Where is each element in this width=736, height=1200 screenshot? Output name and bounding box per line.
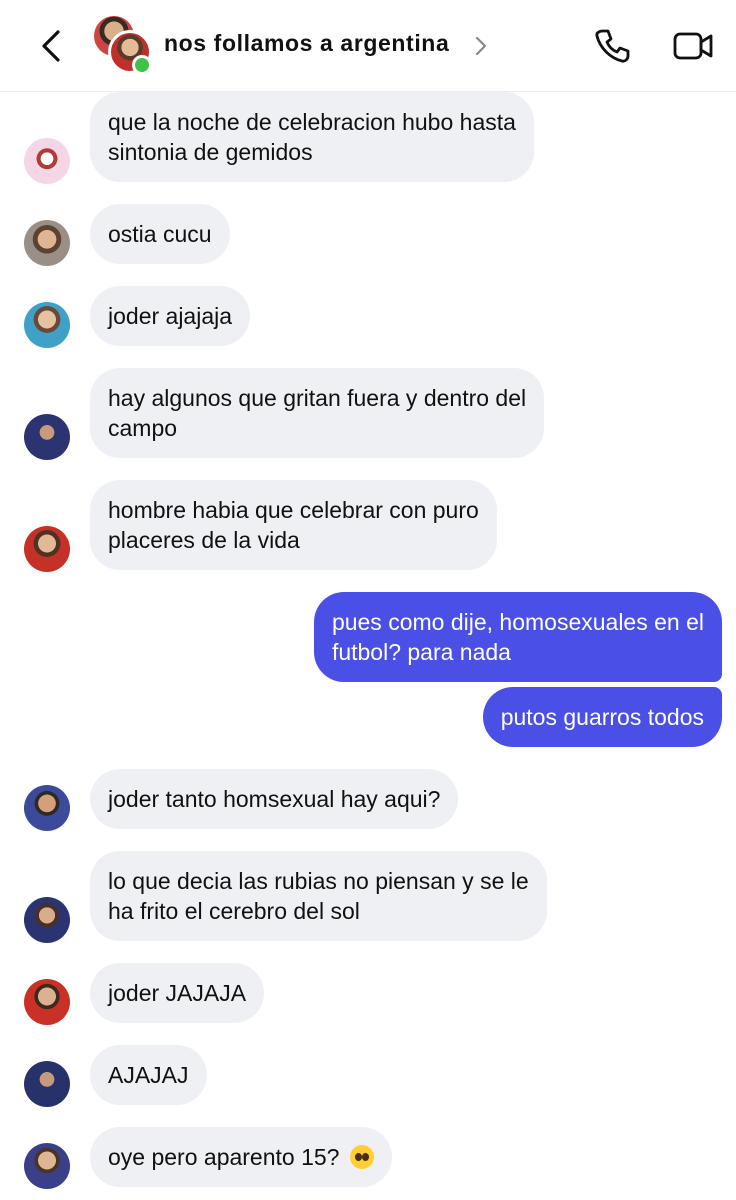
- message-text: sintonia de gemidos: [108, 139, 313, 165]
- message-text: AJAJAJ: [108, 1062, 189, 1088]
- message-text: pues como dije, homosexuales en el: [331, 609, 704, 635]
- sender-avatar[interactable]: [24, 138, 70, 184]
- message-bubble[interactable]: joder ajajaja: [90, 286, 251, 346]
- message-text: lo que decia las rubias no piensan y se …: [108, 868, 529, 894]
- chat-header: nos follamos a argentina: [0, 0, 736, 92]
- message-bubble[interactable]: oye pero aparento 15?: [90, 1127, 392, 1187]
- message-text: hay algunos que gritan fuera y dentro de…: [108, 385, 527, 411]
- chevron-left-icon[interactable]: [34, 26, 68, 66]
- sender-avatar[interactable]: [24, 897, 70, 943]
- sender-avatar[interactable]: [24, 1143, 70, 1189]
- message-text: ha frito el cerebro del sol: [108, 898, 360, 924]
- message-text-content: oye pero aparento 15?: [108, 1144, 340, 1170]
- message-text: joder JAJAJA: [108, 980, 247, 1006]
- online-status-dot: [132, 55, 152, 75]
- message-bubble[interactable]: ostia cucu: [90, 204, 230, 264]
- video-camera-icon[interactable]: [672, 28, 714, 64]
- message-text: que la noche de celebracion hubo hasta: [108, 109, 516, 135]
- message-text: joder tanto homsexual hay aqui?: [108, 786, 441, 812]
- message-bubble[interactable]: joder tanto homsexual hay aqui?: [90, 769, 459, 829]
- message-bubble[interactable]: AJAJAJ: [90, 1045, 207, 1105]
- message-thread[interactable]: que la noche de celebracion hubo hasta s…: [0, 92, 736, 1200]
- outgoing-message-bubble[interactable]: pues como dije, homosexuales en el futbo…: [313, 592, 722, 682]
- sender-avatar[interactable]: [24, 1061, 70, 1107]
- sender-avatar[interactable]: [24, 220, 70, 266]
- message-text: hombre habia que celebrar con puro: [108, 497, 479, 523]
- chat-title[interactable]: nos follamos a argentina: [164, 30, 449, 57]
- phone-icon[interactable]: [592, 26, 632, 66]
- message-bubble[interactable]: joder JAJAJA: [90, 963, 265, 1023]
- group-avatar[interactable]: [94, 16, 154, 76]
- message-text: joder ajajaja: [108, 303, 233, 329]
- sender-avatar[interactable]: [24, 302, 70, 348]
- message-bubble[interactable]: que la noche de celebracion hubo hasta s…: [90, 92, 534, 182]
- pleading-face-emoji: [349, 1145, 374, 1169]
- message-bubble[interactable]: hay algunos que gritan fuera y dentro de…: [90, 368, 545, 458]
- chevron-right-icon[interactable]: [474, 35, 488, 57]
- message-text: oye pero aparento 15?: [108, 1142, 374, 1172]
- message-text: futbol? para nada: [331, 639, 511, 665]
- outgoing-message-bubble[interactable]: putos guarros todos: [482, 687, 722, 747]
- message-text: putos guarros todos: [500, 704, 704, 730]
- message-bubble[interactable]: hombre habia que celebrar con puro place…: [90, 480, 497, 570]
- message-bubble[interactable]: lo que decia las rubias no piensan y se …: [90, 851, 547, 941]
- sender-avatar[interactable]: [24, 785, 70, 831]
- sender-avatar[interactable]: [24, 979, 70, 1025]
- message-text: ostia cucu: [108, 221, 212, 247]
- message-text: campo: [108, 415, 178, 441]
- sender-avatar[interactable]: [24, 414, 70, 460]
- sender-avatar[interactable]: [24, 526, 70, 572]
- message-text: placeres de la vida: [108, 527, 300, 553]
